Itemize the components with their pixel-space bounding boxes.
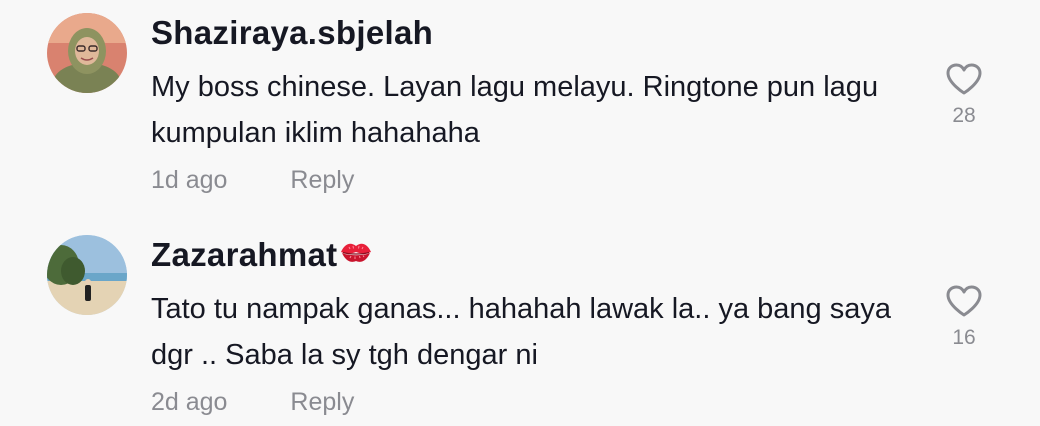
like-count: 28 [952, 104, 976, 127]
comment-text: My boss chinese. Layan lagu melayu. Ring… [151, 71, 879, 149]
comment-text: Tato tu nampak ganas... hahahah lawak la… [151, 293, 891, 371]
heart-icon [946, 63, 982, 95]
comment-item: Zazarahmat Tato tu nampak ganas... hahah… [0, 222, 1040, 422]
avatar-image [47, 13, 127, 93]
heart-icon [946, 285, 982, 317]
comment-username[interactable]: Zazarahmat [151, 236, 373, 276]
reply-button[interactable]: Reply [290, 166, 354, 194]
comment-list: Shaziraya.sbjelah My boss chinese. Layan… [0, 0, 1040, 426]
like-count: 16 [952, 326, 976, 349]
username-text: Shaziraya.sbjelah [151, 14, 434, 51]
comment-time: 1d ago [151, 166, 228, 194]
avatar[interactable] [47, 235, 127, 315]
comment-username[interactable]: Shaziraya.sbjelah [151, 14, 433, 52]
comment-meta: 2d ago Reply [151, 388, 354, 417]
avatar[interactable] [47, 13, 127, 93]
like-button[interactable]: 28 [940, 62, 988, 128]
comment-time: 2d ago [151, 388, 228, 416]
like-button[interactable]: 16 [940, 284, 988, 350]
kiss-mark-icon [339, 235, 373, 273]
avatar-image [47, 235, 127, 315]
comment-item: Shaziraya.sbjelah My boss chinese. Layan… [0, 0, 1040, 200]
reply-button[interactable]: Reply [290, 388, 354, 416]
comment-meta: 1d ago Reply [151, 166, 354, 195]
username-text: Zazarahmat [151, 236, 338, 273]
